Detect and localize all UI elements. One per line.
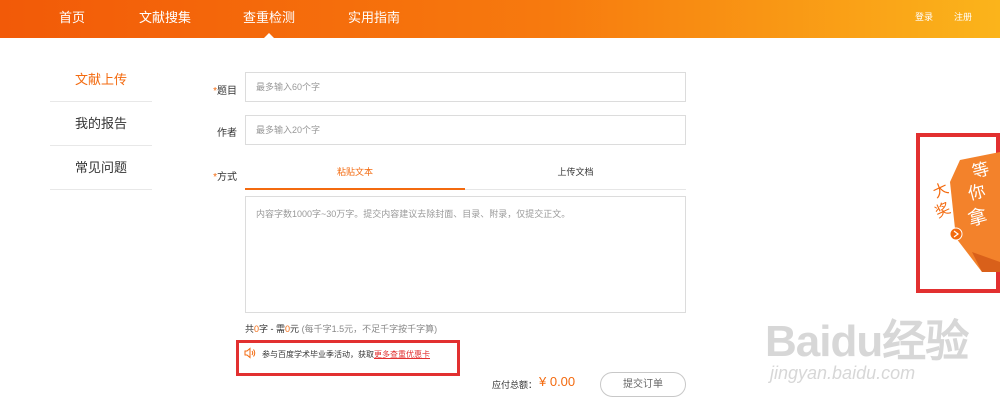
submit-order-button[interactable]: 提交订单: [600, 372, 686, 397]
speaker-icon: [244, 347, 256, 359]
title-label-text: 题目: [217, 86, 237, 97]
word-count-line: 共0字 - 需0元 (每千字1.5元，不足千字按千字算): [245, 322, 437, 335]
content-textarea[interactable]: [245, 196, 686, 313]
banner-char-4: 大: [932, 179, 951, 202]
method-label-text: 方式: [217, 172, 237, 183]
top-nav-bar: 首页 文献搜集 查重检测 实用指南 登录 注册: [0, 0, 1000, 38]
author-input[interactable]: [245, 115, 686, 145]
method-label: *方式: [197, 168, 237, 183]
count-suffix: 元: [290, 324, 300, 334]
nav-plagiarism-check[interactable]: 查重检测: [243, 0, 295, 38]
promo-link[interactable]: 更多查重优惠卡: [374, 350, 430, 359]
sidebar-item-my-reports[interactable]: 我的报告: [50, 102, 152, 146]
title-label: *题目: [197, 82, 237, 97]
watermark-main: Baidu经验: [765, 317, 969, 366]
count-mid: 字 - 需: [259, 324, 286, 334]
nav-literature-search[interactable]: 文献搜集: [139, 0, 191, 38]
count-prefix: 共: [245, 324, 255, 334]
nav-home[interactable]: 首页: [59, 0, 85, 38]
promo-text-body: 参与百度学术毕业季活动，获取: [262, 350, 374, 359]
promo-banner[interactable]: 等 你 拿 大 奖: [932, 152, 1000, 272]
register-link[interactable]: 注册: [954, 0, 972, 38]
sidebar-item-faq[interactable]: 常见问题: [50, 146, 152, 190]
title-input[interactable]: [245, 72, 686, 102]
watermark-sub: jingyan.baidu.com: [770, 363, 916, 383]
banner-char-5: 奖: [932, 199, 953, 222]
login-link[interactable]: 登录: [915, 0, 933, 38]
tab-upload-document[interactable]: 上传文档: [465, 160, 686, 190]
author-label: 作者: [217, 128, 237, 139]
pricing-hint: (每千字1.5元，不足千字按千字算): [301, 324, 438, 334]
promo-text: 参与百度学术毕业季活动，获取更多查重优惠卡: [262, 349, 430, 360]
watermark: Baidu经验 jingyan.baidu.com: [765, 305, 1000, 415]
nav-practical-guide[interactable]: 实用指南: [348, 0, 400, 38]
tab-paste-text[interactable]: 粘贴文本: [245, 160, 465, 190]
total-value: ¥ 0.00: [539, 374, 576, 389]
sidebar-item-upload[interactable]: 文献上传: [50, 58, 152, 102]
total-label: 应付总额：: [492, 380, 538, 390]
